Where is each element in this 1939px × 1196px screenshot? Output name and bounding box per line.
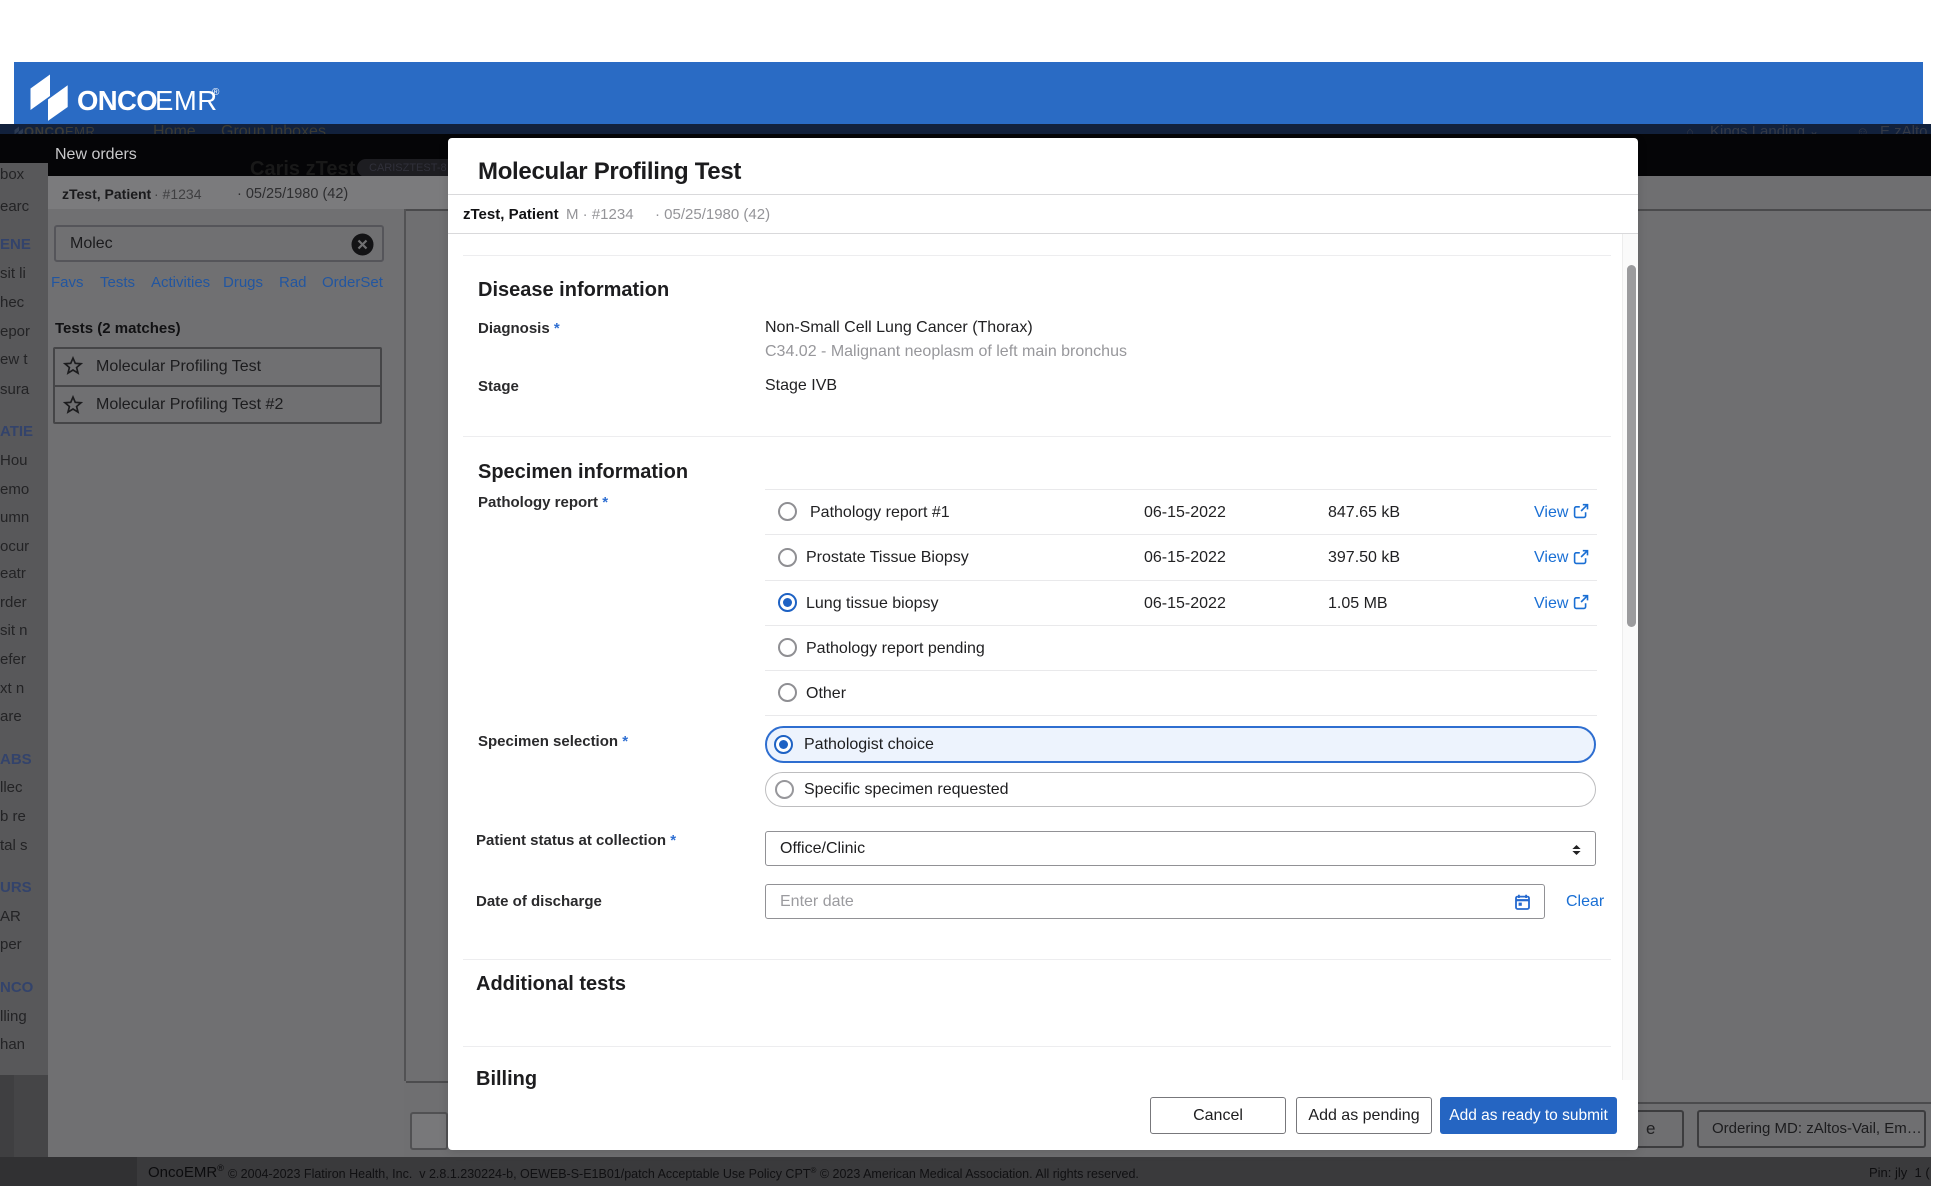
svg-text:EMR: EMR [155, 85, 218, 116]
svg-text:®: ® [212, 87, 220, 98]
svg-text:ONCO: ONCO [77, 85, 157, 116]
